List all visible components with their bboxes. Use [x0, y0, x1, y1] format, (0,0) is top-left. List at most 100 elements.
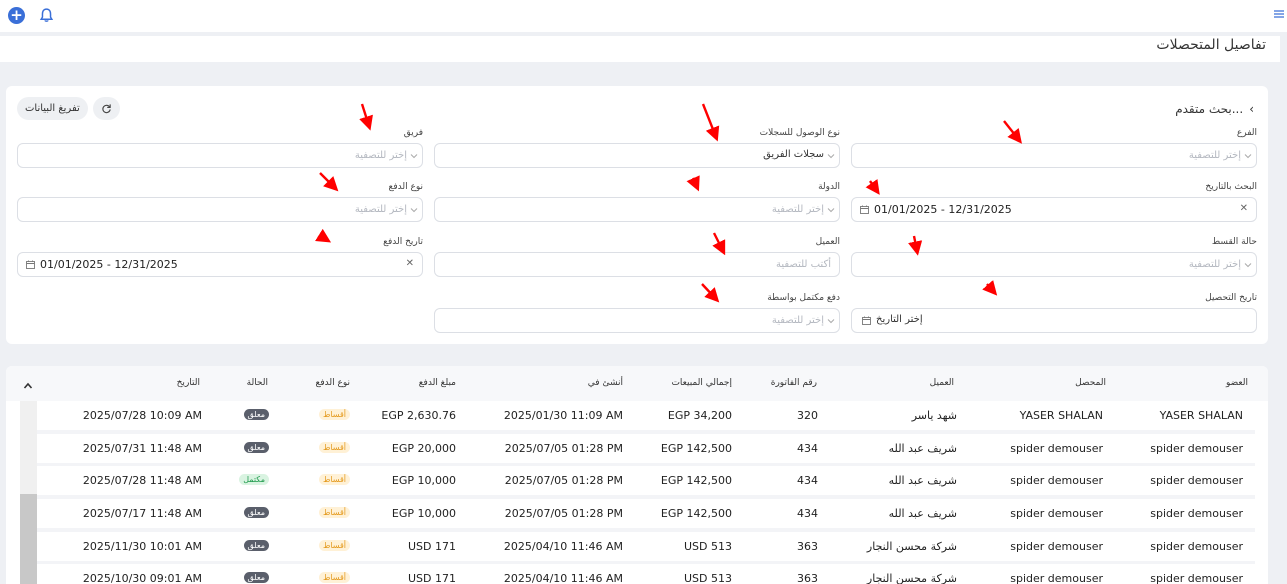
cell-member: spider demouser [1150, 474, 1243, 487]
cell-client: شركة محسن النجار [866, 572, 957, 584]
chevron-down-icon [1244, 263, 1252, 268]
cell-amount: USD 171 [408, 572, 456, 584]
table-row[interactable]: spider demouser spider demouser شركة محسن … [37, 532, 1255, 561]
bell-icon[interactable] [38, 7, 55, 24]
cell-created-at: 2025/07/05 01:28 PM [504, 507, 623, 520]
payment-type-badge: أقساط [318, 507, 350, 518]
cell-collector: spider demouser [1010, 507, 1103, 520]
payment-type-badge: أقساط [318, 540, 350, 551]
cell-date: 2025/10/30 09:01 AM [82, 572, 202, 584]
chevron-down-icon [410, 208, 418, 213]
cell-client: شريف عبد الله [888, 507, 957, 520]
header-collector: المحصل [1075, 378, 1106, 388]
calendar-icon [862, 316, 871, 325]
cell-date: 2025/07/28 11:48 AM [82, 474, 202, 487]
cell-created-at: 2025/01/30 11:09 AM [503, 409, 623, 422]
cell-member: spider demouser [1150, 507, 1243, 520]
cell-created-at: 2025/07/05 01:28 PM [504, 442, 623, 455]
page-title: تفاصيل المتحصلات [1156, 37, 1266, 53]
top-bar: + [0, 0, 1287, 32]
cell-member: spider demouser [1150, 442, 1243, 455]
payment-date-input[interactable]: 01/01/2025 - 12/31/2025 ✕ [17, 252, 423, 277]
cell-total-sales: EGP 142,500 [660, 442, 732, 455]
payment-type-badge: أقساط [318, 409, 350, 420]
cell-amount: EGP 10,000 [391, 474, 456, 487]
scrollbar-thumb[interactable] [20, 494, 37, 584]
refresh-icon [102, 104, 111, 114]
cell-total-sales: EGP 142,500 [660, 507, 732, 520]
client-label: العميل [815, 237, 840, 247]
cell-collector: YASER SHALAN [1019, 409, 1103, 422]
branch-select[interactable]: إختر للتصفية [851, 143, 1257, 168]
status-badge: معلق [243, 442, 269, 453]
table-row[interactable]: spider demouser spider demouser شريف عبد ا… [37, 434, 1255, 463]
cell-client: شريف عبد الله [888, 474, 957, 487]
chevron-down-icon [827, 154, 835, 159]
cell-invoice: 363 [797, 540, 818, 553]
clear-data-button[interactable]: تفريغ البيانات [17, 97, 88, 120]
filters-panel: بحث متقدم... ‹ تفريغ البيانات الفرع إختر … [6, 86, 1268, 344]
close-icon[interactable]: ✕ [406, 258, 414, 269]
access-type-label: نوع الوصول للسجلات [759, 128, 840, 138]
cell-member: YASER SHALAN [1159, 409, 1243, 422]
date-search-input[interactable]: 01/01/2025 - 12/31/2025 ✕ [851, 197, 1257, 222]
cell-amount: EGP 10,000 [391, 507, 456, 520]
cell-created-at: 2025/04/10 11:46 AM [503, 572, 623, 584]
payment-type-placeholder: إختر للتصفية [354, 204, 407, 215]
cell-client: شهد ياسر [911, 409, 957, 422]
chevron-down-icon [410, 154, 418, 159]
refresh-button[interactable] [93, 97, 120, 120]
cell-invoice: 434 [797, 507, 818, 520]
cell-collector: spider demouser [1010, 442, 1103, 455]
date-search-value: 01/01/2025 - 12/31/2025 [874, 203, 1012, 216]
status-badge: معلق [243, 507, 269, 518]
cell-date: 2025/07/31 11:48 AM [82, 442, 202, 455]
team-label: فريق [403, 128, 423, 138]
header-total-sales: إجمالي المبيعات [671, 378, 732, 388]
cell-invoice: 434 [797, 474, 818, 487]
cell-invoice: 320 [797, 409, 818, 422]
cell-collector: spider demouser [1010, 474, 1103, 487]
close-icon[interactable]: ✕ [1240, 203, 1248, 214]
team-select[interactable]: إختر للتصفية [17, 143, 423, 168]
plus-icon[interactable]: + [8, 7, 25, 24]
cell-invoice: 434 [797, 442, 818, 455]
advanced-search-toggle[interactable]: بحث متقدم... ‹ [1175, 102, 1254, 116]
installment-status-select[interactable]: إختر للتصفية [851, 252, 1257, 277]
payment-type-select[interactable]: إختر للتصفية [17, 197, 423, 222]
cell-collector: spider demouser [1010, 540, 1103, 553]
cell-date: 2025/11/30 10:01 AM [82, 540, 202, 553]
header-status: الحالة [246, 378, 268, 388]
installment-status-placeholder: إختر للتصفية [1188, 259, 1241, 270]
cell-client: شركة محسن النجار [866, 540, 957, 553]
table-row[interactable]: spider demouser spider demouser شريف عبد ا… [37, 499, 1255, 528]
client-input[interactable]: أكتب للتصفية [434, 252, 840, 277]
chevron-up-icon[interactable] [23, 382, 33, 390]
completed-by-label: دفع مكتمل بواسطة [767, 293, 840, 303]
table-row[interactable]: YASER SHALAN YASER SHALAN شهد ياسر 320 EGP 3… [37, 401, 1255, 430]
completed-by-select[interactable]: إختر للتصفية [434, 308, 840, 333]
cell-amount: EGP 20,000 [391, 442, 456, 455]
country-select[interactable]: إختر للتصفية [434, 197, 840, 222]
table-row[interactable]: spider demouser spider demouser شركة محسن … [37, 564, 1255, 584]
header-invoice: رقم الفاتورة [770, 378, 817, 388]
status-badge: مكتمل [239, 474, 269, 485]
branch-placeholder: إختر للتصفية [1188, 150, 1241, 161]
cell-date: 2025/07/28 10:09 AM [82, 409, 202, 422]
cell-created-at: 2025/04/10 11:46 AM [503, 540, 623, 553]
cell-amount: USD 171 [408, 540, 456, 553]
cell-member: spider demouser [1150, 540, 1243, 553]
chevron-down-icon [1244, 154, 1252, 159]
collection-date-input[interactable]: إختر التاريخ [851, 308, 1257, 333]
payment-type-label: نوع الدفع [388, 182, 423, 192]
cell-created-at: 2025/07/05 01:28 PM [504, 474, 623, 487]
menu-icon[interactable] [1273, 8, 1285, 20]
collection-date-placeholder: إختر التاريخ [876, 314, 923, 325]
header-member: العضو [1225, 378, 1248, 388]
advanced-search-label: بحث متقدم... [1175, 102, 1244, 116]
payment-date-value: 01/01/2025 - 12/31/2025 [40, 258, 178, 271]
table-row[interactable]: spider demouser spider demouser شريف عبد ا… [37, 466, 1255, 495]
access-type-select[interactable]: سجلات الفريق [434, 143, 840, 168]
completed-by-placeholder: إختر للتصفية [771, 315, 824, 326]
date-search-label: البحث بالتاريخ [1205, 182, 1257, 192]
